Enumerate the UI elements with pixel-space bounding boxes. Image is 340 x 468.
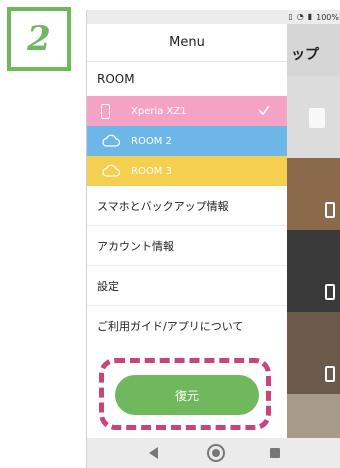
- phone-screen: ▯ ◔ ▮ 100% ップ Menu ROOM Xperia XZ1 ROOM …: [86, 10, 340, 468]
- step-badge: 2: [7, 7, 71, 71]
- vibrate-icon: ▯: [288, 12, 293, 21]
- phone-icon: [101, 103, 125, 119]
- menu-item-guide[interactable]: ご利用ガイド/アプリについて: [87, 306, 287, 346]
- battery-level: 100%: [316, 12, 339, 22]
- room-label: Xperia XZ1: [131, 105, 187, 117]
- phone-icon: [325, 366, 335, 382]
- drawer-title: Menu: [87, 24, 287, 62]
- cloud-icon: [101, 134, 125, 148]
- menu-item-settings[interactable]: 設定: [87, 266, 287, 306]
- home-icon[interactable]: [207, 444, 225, 462]
- room-item-room3[interactable]: ROOM 3: [87, 156, 287, 186]
- back-icon[interactable]: [149, 447, 158, 459]
- background-app: ップ: [287, 24, 340, 454]
- system-nav-bar: [87, 438, 340, 468]
- room-item-room2[interactable]: ROOM 2: [87, 126, 287, 156]
- background-tile: [287, 158, 340, 230]
- menu-item-backup-info[interactable]: スマホとバックアップ情報: [87, 186, 287, 226]
- checkmark-icon: [258, 105, 270, 116]
- background-app-title: ップ: [291, 47, 319, 63]
- background-tile: [287, 312, 340, 394]
- status-bar: ▯ ◔ ▮ 100%: [87, 10, 340, 24]
- phone-icon: [325, 284, 335, 300]
- battery-icon: ▮: [307, 12, 313, 21]
- room-label: ROOM 3: [131, 165, 172, 177]
- background-tile: [287, 230, 340, 312]
- cloud-icon: [101, 164, 125, 178]
- document-icon: [309, 108, 325, 128]
- room-section-label: ROOM: [97, 72, 135, 86]
- background-app-header: ップ: [287, 24, 340, 76]
- room-label: ROOM 2: [131, 135, 172, 147]
- background-tile: [287, 76, 340, 158]
- wifi-icon: ◔: [296, 12, 304, 21]
- step-number: 2: [27, 19, 51, 59]
- recent-apps-icon[interactable]: [270, 448, 280, 458]
- room-item-xperia[interactable]: Xperia XZ1: [87, 96, 287, 126]
- phone-icon: [325, 202, 335, 218]
- menu-item-account-info[interactable]: アカウント情報: [87, 226, 287, 266]
- restore-button[interactable]: 復元: [115, 375, 259, 415]
